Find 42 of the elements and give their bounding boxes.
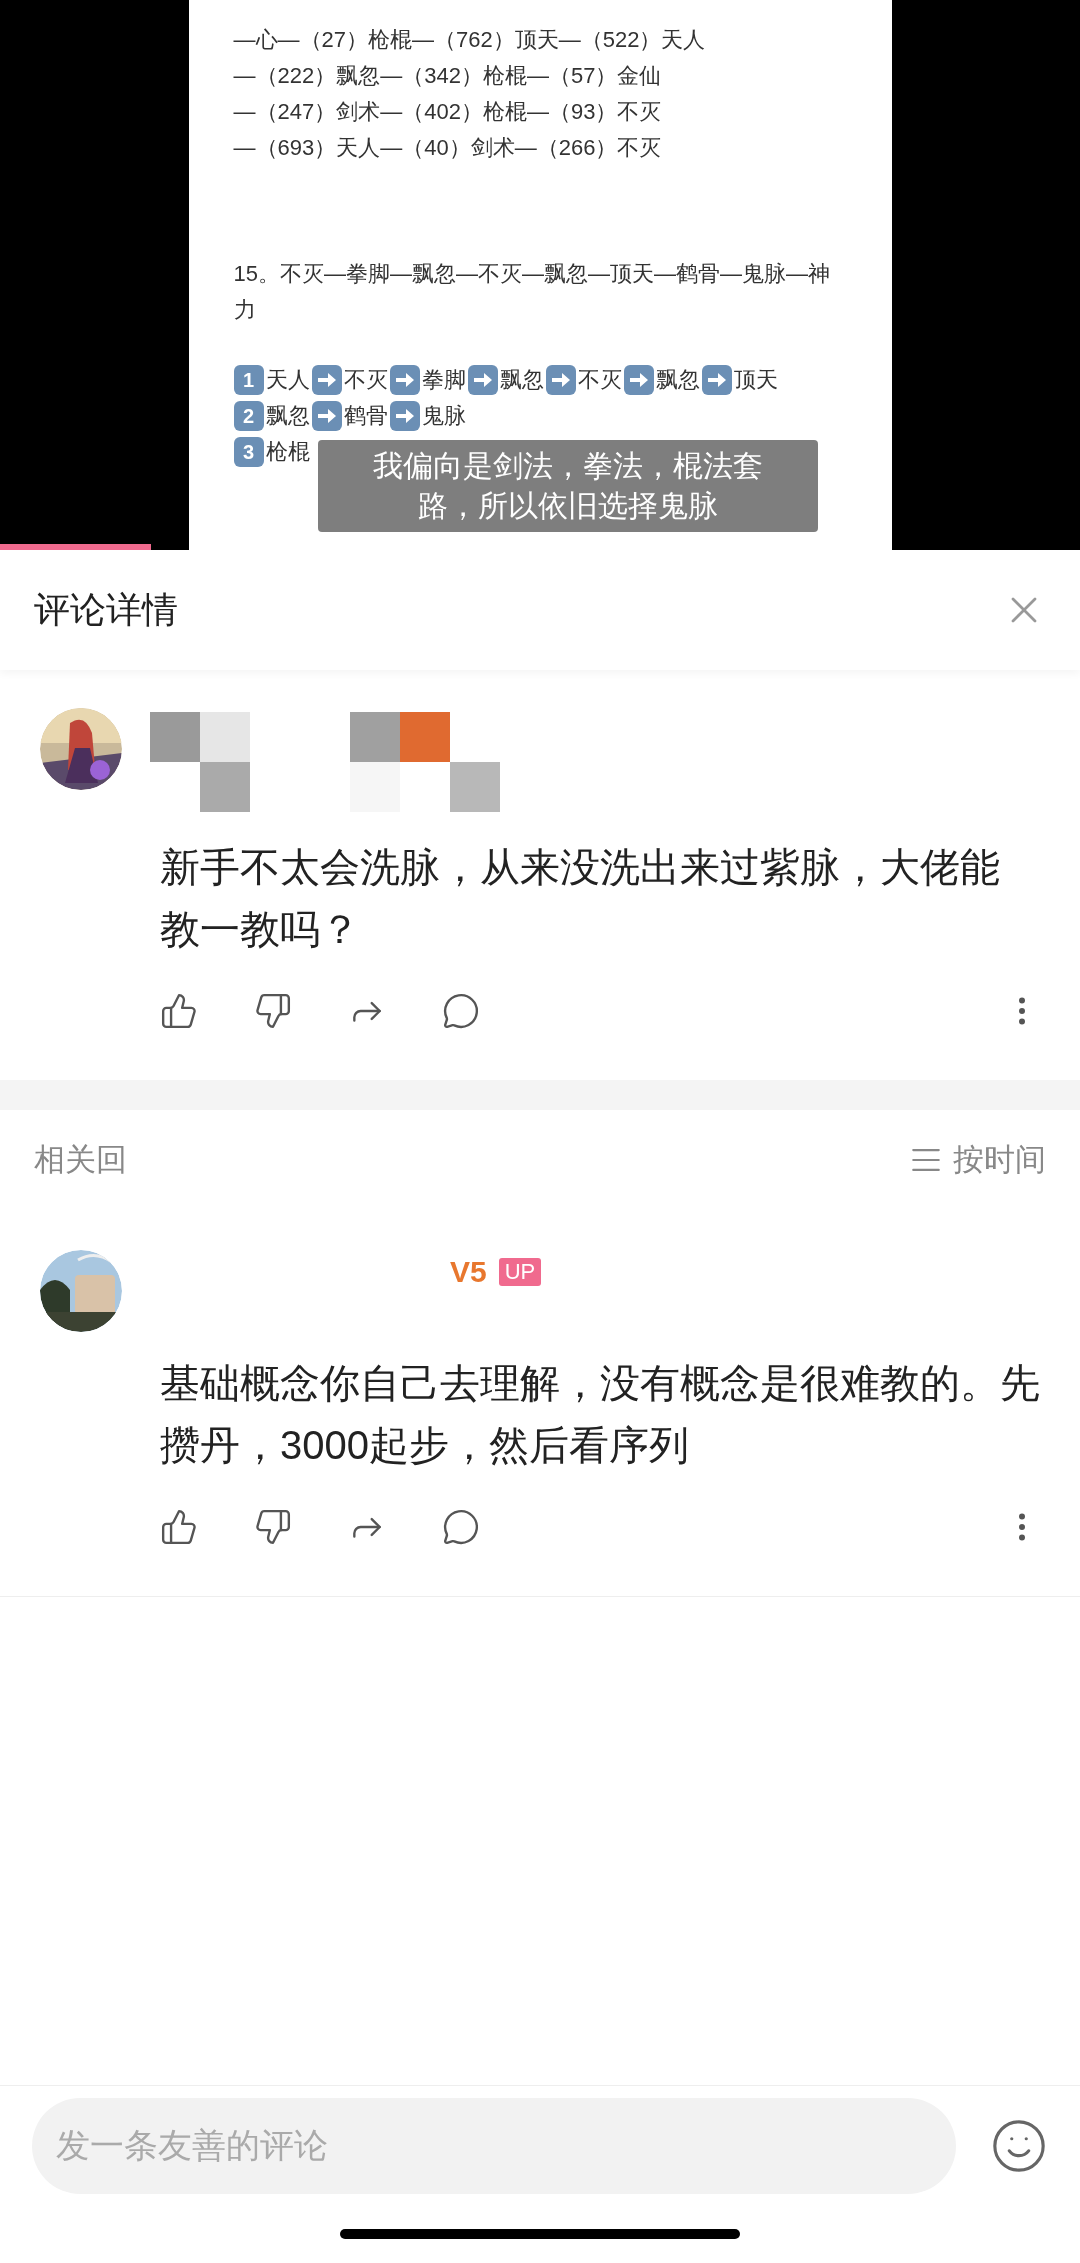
reply-text: 基础概念你自己去理解，没有概念是很难教的。先攒丹，3000起步，然后看序列 xyxy=(160,1360,1041,1469)
subtitle: 我偏向是剑法，拳法，棍法套路，所以依旧选择鬼脉 xyxy=(318,440,818,532)
arrow-right-icon xyxy=(389,365,420,395)
document-line: —（693）天人—（40）剑术—（266）不灭 xyxy=(233,134,663,162)
thumbs-down-icon[interactable] xyxy=(254,992,292,1030)
document-step: 鹤骨 xyxy=(343,398,388,434)
document-step: 飘忽 xyxy=(655,362,700,398)
document-line: —（247）剑术—（402）枪棍—（93）不灭 xyxy=(233,98,663,126)
panel-title: 评论详情 xyxy=(34,588,178,632)
up-badge: UP xyxy=(498,1258,542,1286)
document-line: —（222）飘忽—（342）枪棍—（57）金仙 xyxy=(233,62,663,90)
document-step: 天人 xyxy=(265,362,310,398)
arrow-right-icon xyxy=(545,365,576,395)
thumbs-up-icon[interactable] xyxy=(160,992,198,1030)
sort-button[interactable]: 按时间 xyxy=(909,1136,1046,1184)
thumbs-up-icon[interactable] xyxy=(160,1508,198,1546)
arrow-right-icon xyxy=(701,365,732,395)
section-title: 相关回 xyxy=(34,1140,127,1179)
document-step: 不灭 xyxy=(343,362,388,398)
number-key: 3 xyxy=(233,437,264,467)
number-key: 1 xyxy=(233,365,264,395)
level-label: V5 xyxy=(450,1256,487,1288)
arrow-right-icon xyxy=(389,401,420,431)
comment-text: 新手不太会洗脉，从来没洗出来过紫脉，大佬能教一教吗？ xyxy=(160,844,1001,953)
document-step: 枪棍 xyxy=(265,434,310,470)
comment-input[interactable]: 发一条友善的评论 xyxy=(32,2097,956,2194)
document-line: 15。不灭—拳脚—飘忽—不灭—飘忽—顶天—鹤骨—鬼脉—神力 xyxy=(233,260,831,324)
arrow-right-icon xyxy=(467,365,498,395)
document-step: 鬼脉 xyxy=(421,398,466,434)
document-step: 飘忽 xyxy=(499,362,544,398)
document-step: 拳脚 xyxy=(421,362,466,398)
number-key: 2 xyxy=(233,401,264,431)
reply-icon[interactable] xyxy=(442,1508,480,1546)
thumbs-down-icon[interactable] xyxy=(254,1508,292,1546)
document-step: 顶天 xyxy=(733,362,778,398)
reply-icon[interactable] xyxy=(442,992,480,1030)
arrow-right-icon xyxy=(311,401,342,431)
document-step: 飘忽 xyxy=(265,398,310,434)
document-step: 不灭 xyxy=(577,362,622,398)
document-line: —心—（27）枪棍—（762）顶天—（522）天人 xyxy=(233,26,707,54)
arrow-right-icon xyxy=(623,365,654,395)
arrow-right-icon xyxy=(311,365,342,395)
